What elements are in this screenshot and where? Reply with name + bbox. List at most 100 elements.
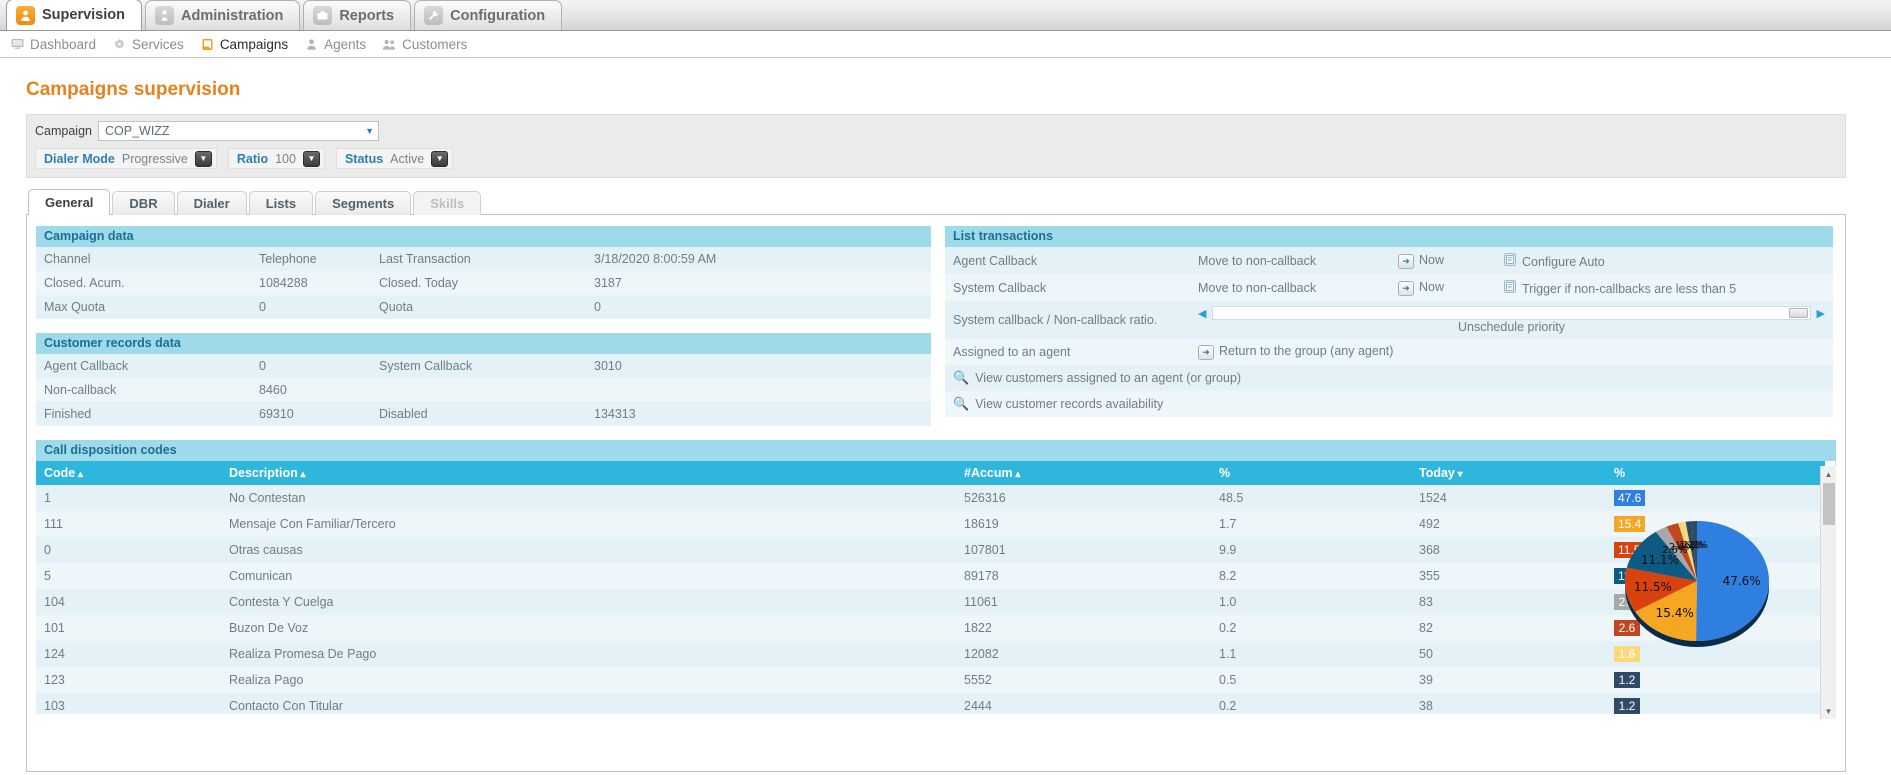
cell-today: 492	[1411, 511, 1606, 537]
assigned-to-agent-row: Assigned to an agent ➜ Return to the grou…	[945, 339, 1833, 365]
main-tab-reports[interactable]: Reports	[303, 0, 412, 30]
table-row[interactable]: 124 Realiza Promesa De Pago 12082 1.1 50 1.6	[36, 641, 1825, 667]
cell-accum: 89178	[956, 563, 1211, 589]
column-header-description[interactable]: Description	[221, 461, 956, 485]
transaction-extra-cell[interactable]: Configure Auto	[1495, 247, 1833, 274]
cell-description: Comunican	[221, 563, 956, 589]
scroll-up-arrow-icon[interactable]: ▲	[1821, 466, 1837, 482]
cell-pct: 0.2	[1211, 615, 1411, 641]
subnav-item-campaigns[interactable]: Campaigns	[200, 37, 288, 52]
cell-value: 0	[251, 295, 371, 319]
cell-key: Non-callback	[36, 378, 251, 402]
main-tab-supervision[interactable]: Supervision	[6, 0, 142, 30]
table-row[interactable]: 111 Mensaje Con Familiar/Tercero 18619 1.7 4…	[36, 511, 1825, 537]
cell-description: Otras causas	[221, 537, 956, 563]
column-header-code[interactable]: Code	[36, 461, 221, 485]
table-row: 🔍 View customer records availability	[945, 391, 1833, 417]
table-row: System Callback Move to non-callback ➜ No…	[945, 274, 1833, 301]
cell-value: 3/18/2020 8:00:59 AM	[586, 247, 931, 271]
view-assigned-customers-link[interactable]: 🔍 View customers assigned to an agent (or…	[945, 365, 1833, 391]
campaign-label: Campaign	[35, 124, 92, 138]
cell-description: No Contestan	[221, 485, 956, 511]
table-row[interactable]: 1 No Contestan 526316 48.5 1524 47.6	[36, 485, 1825, 511]
table-row[interactable]: 0 Otras causas 107801 9.9 368 11.5	[36, 537, 1825, 563]
transaction-name: Agent Callback	[945, 247, 1190, 274]
table-row: Finished 69310 Disabled 134313	[36, 402, 931, 426]
cell-code: 124	[36, 641, 221, 667]
left-column: Campaign data Channel Telephone Last Tra…	[36, 226, 931, 426]
table-row[interactable]: 103 Contacto Con Titular 2444 0.2 38 1.2	[36, 693, 1825, 714]
cell-today-pct: 2.6	[1606, 615, 1825, 641]
cell-today: 368	[1411, 537, 1606, 563]
campaign-data-table: Channel Telephone Last Transaction 3/18/…	[36, 247, 931, 319]
tab-dialer[interactable]: Dialer	[176, 191, 247, 215]
slider-handle[interactable]	[1788, 308, 1808, 318]
campaign-select[interactable]: COP_WIZZ ▼	[97, 121, 379, 141]
column-header-today-pct[interactable]: %	[1606, 461, 1825, 485]
callback-ratio-control[interactable]: ◀ ▶ Unschedule priority	[1190, 301, 1833, 339]
subnav-item-label: Customers	[402, 36, 468, 52]
transaction-name: System Callback	[945, 274, 1190, 301]
arrow-right-icon[interactable]: ➜	[1198, 345, 1214, 360]
chevron-down-icon: ▼	[365, 126, 374, 136]
scroll-down-arrow-icon[interactable]: ▼	[1821, 703, 1837, 719]
table-row[interactable]: 5 Comunican 89178 8.2 355 11.1	[36, 563, 1825, 589]
campaign-data-header: Campaign data	[36, 226, 931, 247]
arrow-right-icon[interactable]: ➜	[1398, 280, 1414, 296]
main-tab-administration[interactable]: Administration	[145, 0, 301, 30]
subnav-item-services[interactable]: Services	[112, 37, 184, 52]
column-header-today[interactable]: Today	[1411, 461, 1606, 485]
ratio-control[interactable]: Ratio 100 ▼	[227, 148, 325, 169]
column-header-accum[interactable]: #Accum	[956, 461, 1211, 485]
percent-chip: 2.6	[1614, 620, 1640, 636]
tab-dbr[interactable]: DBR	[112, 191, 175, 215]
agent-icon	[304, 37, 319, 52]
table-row[interactable]: 101 Buzon De Voz 1822 0.2 82 2.6	[36, 615, 1825, 641]
cell-key: Last Transaction	[371, 247, 586, 271]
document-icon	[1503, 252, 1517, 267]
table-row[interactable]: 123 Realiza Pago 5552 0.5 39 1.2	[36, 667, 1825, 693]
cell-value: Telephone	[251, 247, 371, 271]
transaction-extra-cell[interactable]: Trigger if non-callbacks are less than 5	[1495, 274, 1833, 301]
cell-today: 82	[1411, 615, 1606, 641]
transaction-now-cell[interactable]: ➜ Now	[1390, 247, 1495, 274]
column-header-pct[interactable]: %	[1211, 461, 1411, 485]
tab-general[interactable]: General	[28, 189, 111, 215]
ratio-label: Ratio	[236, 151, 269, 166]
main-tab-configuration[interactable]: Configuration	[414, 0, 563, 30]
ratio-dropdown-button[interactable]: ▼	[302, 150, 320, 167]
subnav-item-agents[interactable]: Agents	[304, 37, 366, 52]
right-column: List transactions Agent Callback Move to…	[945, 226, 1833, 426]
table-row[interactable]: 104 Contesta Y Cuelga 11061 1.0 83 2.6	[36, 589, 1825, 615]
slider-left-arrow-icon[interactable]: ◀	[1198, 307, 1206, 320]
cell-description: Buzon De Voz	[221, 615, 956, 641]
callback-ratio-slider[interactable]	[1212, 306, 1811, 320]
tab-lists[interactable]: Lists	[248, 191, 314, 215]
subnav-item-dashboard[interactable]: Dashboard	[10, 37, 96, 52]
gear-icon	[112, 37, 127, 52]
dialer-mode-control[interactable]: Dialer Mode Progressive ▼	[35, 148, 217, 169]
subnav-item-customers[interactable]: Customers	[382, 37, 467, 52]
disposition-scrollbar[interactable]: ▲ ▼	[1820, 466, 1836, 719]
status-label: Status	[344, 151, 384, 166]
percent-chip: 11.5	[1614, 542, 1645, 558]
scrollbar-thumb[interactable]	[1823, 483, 1835, 525]
cell-code: 103	[36, 693, 221, 714]
tab-skills: Skills	[413, 191, 482, 215]
cell-pct: 1.7	[1211, 511, 1411, 537]
slider-right-arrow-icon[interactable]: ▶	[1817, 307, 1825, 320]
assigned-action-cell[interactable]: ➜ Return to the group (any agent)	[1190, 339, 1833, 365]
arrow-right-icon[interactable]: ➜	[1398, 253, 1414, 269]
status-control[interactable]: Status Active ▼	[335, 148, 454, 169]
transaction-action: Move to non-callback	[1190, 274, 1390, 301]
cell-today-pct: 15.4	[1606, 511, 1825, 537]
cell-value: 0	[251, 354, 371, 378]
transaction-now-cell[interactable]: ➜ Now	[1390, 274, 1495, 301]
cell-key: Closed. Acum.	[36, 271, 251, 295]
cell-key: Quota	[371, 295, 586, 319]
view-records-availability-link[interactable]: 🔍 View customer records availability	[945, 391, 1833, 417]
status-dropdown-button[interactable]: ▼	[431, 150, 449, 167]
tab-label: Lists	[265, 196, 297, 211]
dialer-mode-dropdown-button[interactable]: ▼	[194, 150, 212, 167]
tab-segments[interactable]: Segments	[315, 191, 412, 215]
